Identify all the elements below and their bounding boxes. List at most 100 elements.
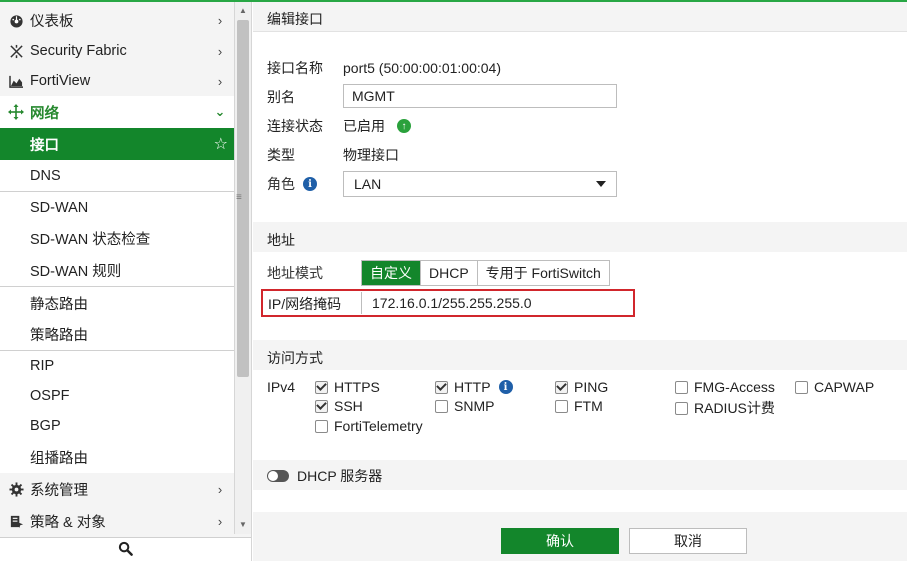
sidebar-item-network[interactable]: 网络 ⌄ (0, 96, 234, 128)
checkbox-box[interactable] (555, 399, 568, 413)
role-row: 角色 i (267, 172, 317, 196)
sidebar-item-label: OSPF (30, 388, 70, 404)
cancel-button[interactable]: 取消 (629, 528, 747, 554)
checkbox-box[interactable] (675, 380, 688, 394)
access-fmg-access-checkbox[interactable]: FMG-Access (675, 379, 775, 395)
checkbox-label: FortiTelemetry (334, 418, 423, 434)
ip-netmask-input[interactable] (361, 292, 633, 314)
checkbox-label: SNMP (454, 398, 495, 414)
address-section-header: 地址 (253, 222, 907, 252)
access-http-checkbox[interactable]: HTTP i (435, 379, 513, 395)
sidebar-item-bgp[interactable]: BGP (0, 411, 234, 441)
security-fabric-icon (8, 43, 24, 59)
access-fortitelemetry-checkbox[interactable]: FortiTelemetry (315, 418, 423, 434)
link-status-value: 已启用 (343, 118, 385, 134)
ok-button[interactable]: 确认 (501, 528, 619, 554)
access-https-checkbox[interactable]: HTTPS (315, 379, 380, 395)
link-status-row: 连接状态 已启用 ↑ (267, 114, 411, 138)
address-mode-dhcp-button[interactable]: DHCP (421, 261, 478, 285)
dashboard-icon (8, 12, 24, 28)
sidebar-item-dashboard[interactable]: 仪表板 › (0, 5, 234, 35)
sidebar-item-label: RIP (30, 358, 55, 374)
sidebar-item-dns[interactable]: DNS (0, 160, 234, 191)
address-mode-label: 地址模式 (267, 265, 323, 281)
address-mode-fortiswitch-button[interactable]: 专用于 FortiSwitch (477, 261, 609, 285)
sidebar-item-label: 接口 (30, 137, 59, 154)
dhcp-server-toggle[interactable] (267, 470, 289, 482)
type-row: 类型 物理接口 (267, 143, 399, 167)
checkbox-box[interactable] (795, 380, 808, 394)
sidebar-item-ospf[interactable]: OSPF (0, 381, 234, 411)
ipv4-label: IPv4 (267, 379, 296, 395)
scroll-up-arrow-icon[interactable]: ▲ (239, 6, 247, 15)
sidebar-item-rip[interactable]: RIP (0, 351, 234, 381)
sidebar-item-multicast-routing[interactable]: 组播路由 (0, 441, 234, 473)
network-move-icon (8, 104, 24, 120)
sidebar-item-label: 策略 & 对象 (30, 514, 106, 531)
policy-icon (8, 513, 24, 529)
info-icon[interactable]: i (498, 380, 513, 394)
ip-netmask-label: IP/网络掩码 (268, 296, 342, 312)
sidebar-search-button[interactable] (0, 537, 251, 561)
sidebar-item-label: Security Fabric (30, 43, 127, 59)
access-ftm-checkbox[interactable]: FTM (555, 398, 603, 414)
alias-input[interactable] (343, 84, 617, 108)
checkbox-label: HTTP (454, 379, 491, 395)
interface-name-row: 接口名称 port5 (50:00:00:01:00:04) (267, 56, 501, 80)
dhcp-server-row: DHCP 服务器 (267, 466, 382, 486)
checkbox-box[interactable] (675, 401, 688, 415)
checkbox-box[interactable] (315, 399, 328, 413)
main-panel: 编辑接口 接口名称 port5 (50:00:00:01:00:04) 别名 连… (253, 2, 907, 561)
chevron-right-icon: › (217, 481, 223, 497)
info-icon[interactable]: i (303, 177, 317, 191)
sidebar-item-label: SD-WAN 状态检查 (30, 232, 151, 248)
address-mode-row: 地址模式 (267, 261, 323, 285)
checkbox-box[interactable] (435, 399, 448, 413)
chevron-right-icon: › (217, 73, 223, 89)
sidebar-scrollbar[interactable]: ▲ ▼ (234, 2, 251, 534)
sidebar-item-static-routes[interactable]: 静态路由 (0, 287, 234, 319)
page-header: 编辑接口 (253, 2, 907, 32)
sidebar-item-policy-routes[interactable]: 策略路由 (0, 319, 234, 350)
sidebar-item-sd-wan-rules[interactable]: SD-WAN 规则 (0, 254, 234, 286)
address-mode-toggle: 自定义 DHCP 专用于 FortiSwitch (361, 260, 610, 286)
sidebar-item-label: 仪表板 (30, 13, 74, 30)
sidebar: 仪表板 › Security Fabric › FortiView › 网络 ⌄… (0, 2, 252, 561)
sidebar-item-security-fabric[interactable]: Security Fabric › (0, 36, 234, 66)
star-icon[interactable]: ☆ (214, 134, 228, 154)
sidebar-item-label: SD-WAN 规则 (30, 263, 122, 280)
dhcp-server-label: DHCP 服务器 (297, 468, 383, 484)
checkbox-box[interactable] (555, 380, 568, 394)
scroll-down-arrow-icon[interactable]: ▼ (239, 520, 247, 529)
sidebar-item-label: 组播路由 (30, 450, 88, 467)
checkbox-box[interactable] (315, 380, 328, 394)
sidebar-item-label: DNS (30, 167, 61, 184)
access-ssh-checkbox[interactable]: SSH (315, 398, 363, 414)
address-mode-manual-button[interactable]: 自定义 (362, 261, 421, 285)
sidebar-item-sd-wan-status-check[interactable]: SD-WAN 状态检查 (0, 223, 234, 254)
interface-name-value: port5 (50:00:00:01:00:04) (343, 60, 502, 76)
access-section-title: 访问方式 (267, 350, 323, 366)
access-capwap-checkbox[interactable]: CAPWAP (795, 379, 874, 395)
sidebar-item-label: 静态路由 (30, 296, 88, 313)
interface-name-label: 接口名称 (267, 60, 323, 76)
access-snmp-checkbox[interactable]: SNMP (435, 398, 494, 414)
sidebar-item-policy-objects[interactable]: 策略 & 对象 › (0, 505, 234, 537)
sidebar-item-system[interactable]: 系统管理 › (0, 473, 234, 505)
sidebar-item-sd-wan[interactable]: SD-WAN (0, 192, 234, 223)
checkbox-box[interactable] (435, 380, 448, 394)
type-label: 类型 (267, 147, 295, 163)
role-select[interactable]: LAN (343, 171, 617, 197)
type-value: 物理接口 (343, 147, 399, 163)
checkbox-label: RADIUS计费 (694, 400, 775, 416)
access-radius-accounting-checkbox[interactable]: RADIUS计费 (675, 398, 775, 418)
role-select-value: LAN (354, 176, 382, 192)
resize-grip-icon[interactable]: ≡ (236, 192, 242, 203)
fortiview-chart-icon (8, 73, 24, 89)
chevron-right-icon: › (217, 513, 223, 529)
checkbox-box[interactable] (315, 419, 328, 433)
sidebar-item-fortiview[interactable]: FortiView › (0, 66, 234, 96)
sidebar-item-interfaces[interactable]: 接口 ☆ (0, 128, 234, 160)
access-ping-checkbox[interactable]: PING (555, 379, 608, 395)
link-status-label: 连接状态 (267, 118, 323, 134)
